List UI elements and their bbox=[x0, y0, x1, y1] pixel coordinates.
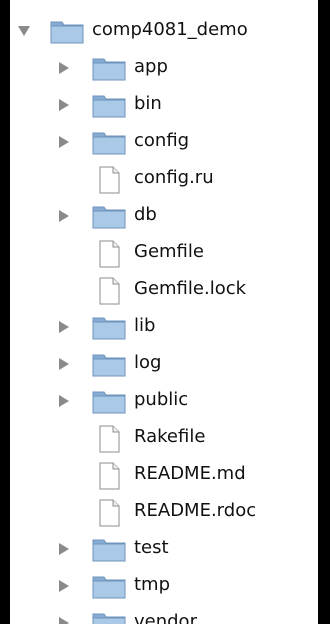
folder-label: tmp bbox=[134, 574, 171, 595]
folder-icon bbox=[92, 203, 126, 233]
document-icon bbox=[92, 277, 126, 309]
folder-label: test bbox=[134, 537, 169, 558]
disclosure-closed-icon[interactable] bbox=[59, 136, 69, 148]
tree-row-file[interactable]: config.ru bbox=[10, 160, 318, 197]
disclosure-closed-icon[interactable] bbox=[59, 210, 69, 222]
tree-row-file[interactable]: Gemfile.lock bbox=[10, 271, 318, 308]
folder-icon bbox=[92, 573, 126, 603]
file-label: config.ru bbox=[134, 167, 214, 188]
disclosure-closed-icon[interactable] bbox=[59, 62, 69, 74]
folder-icon bbox=[92, 610, 126, 624]
folder-label: config bbox=[134, 130, 190, 151]
tree-row-folder[interactable]: log bbox=[10, 345, 318, 382]
file-browser-panel: comp4081_demo app bin config config.ru d… bbox=[10, 0, 318, 624]
folder-icon bbox=[92, 55, 126, 85]
tree-row-folder[interactable]: config bbox=[10, 123, 318, 160]
disclosure-closed-icon[interactable] bbox=[59, 395, 69, 407]
tree-row-folder[interactable]: public bbox=[10, 382, 318, 419]
tree-row-file[interactable]: README.rdoc bbox=[10, 493, 318, 530]
document-icon bbox=[92, 166, 126, 198]
folder-label: lib bbox=[134, 315, 156, 336]
folder-icon bbox=[50, 18, 84, 48]
folder-icon bbox=[92, 129, 126, 159]
file-label: README.md bbox=[134, 463, 246, 484]
tree-row-folder[interactable]: test bbox=[10, 530, 318, 567]
document-icon bbox=[92, 425, 126, 457]
folder-label: vendor bbox=[134, 611, 197, 624]
tree-row-folder[interactable]: lib bbox=[10, 308, 318, 345]
tree-row-folder[interactable]: db bbox=[10, 197, 318, 234]
folder-icon bbox=[92, 92, 126, 122]
tree-row-folder[interactable]: app bbox=[10, 49, 318, 86]
tree-row-folder[interactable]: bin bbox=[10, 86, 318, 123]
file-label: Gemfile.lock bbox=[134, 278, 247, 299]
file-label: Rakefile bbox=[134, 426, 206, 447]
folder-icon bbox=[92, 388, 126, 418]
folder-label: db bbox=[134, 204, 157, 225]
disclosure-closed-icon[interactable] bbox=[59, 99, 69, 111]
tree-row-file[interactable]: Gemfile bbox=[10, 234, 318, 271]
disclosure-closed-icon[interactable] bbox=[59, 321, 69, 333]
folder-icon bbox=[92, 536, 126, 566]
folder-label: log bbox=[134, 352, 162, 373]
folder-label: bin bbox=[134, 93, 162, 114]
disclosure-open-icon[interactable] bbox=[18, 26, 30, 36]
tree-row-folder[interactable]: tmp bbox=[10, 567, 318, 604]
tree-row-folder[interactable]: vendor bbox=[10, 604, 318, 624]
file-label: Gemfile bbox=[134, 241, 204, 262]
document-icon bbox=[92, 462, 126, 494]
tree-row-file[interactable]: README.md bbox=[10, 456, 318, 493]
disclosure-closed-icon[interactable] bbox=[59, 543, 69, 555]
folder-label: app bbox=[134, 56, 168, 77]
file-tree: comp4081_demo app bin config config.ru d… bbox=[10, 12, 318, 624]
folder-label: public bbox=[134, 389, 189, 410]
tree-row-file[interactable]: Rakefile bbox=[10, 419, 318, 456]
tree-row-root[interactable]: comp4081_demo bbox=[10, 12, 318, 49]
document-icon bbox=[92, 499, 126, 531]
root-folder-label: comp4081_demo bbox=[92, 19, 248, 40]
document-icon bbox=[92, 240, 126, 272]
disclosure-closed-icon[interactable] bbox=[59, 617, 69, 624]
folder-icon bbox=[92, 314, 126, 344]
file-label: README.rdoc bbox=[134, 500, 257, 521]
disclosure-closed-icon[interactable] bbox=[59, 580, 69, 592]
disclosure-closed-icon[interactable] bbox=[59, 358, 69, 370]
folder-icon bbox=[92, 351, 126, 381]
